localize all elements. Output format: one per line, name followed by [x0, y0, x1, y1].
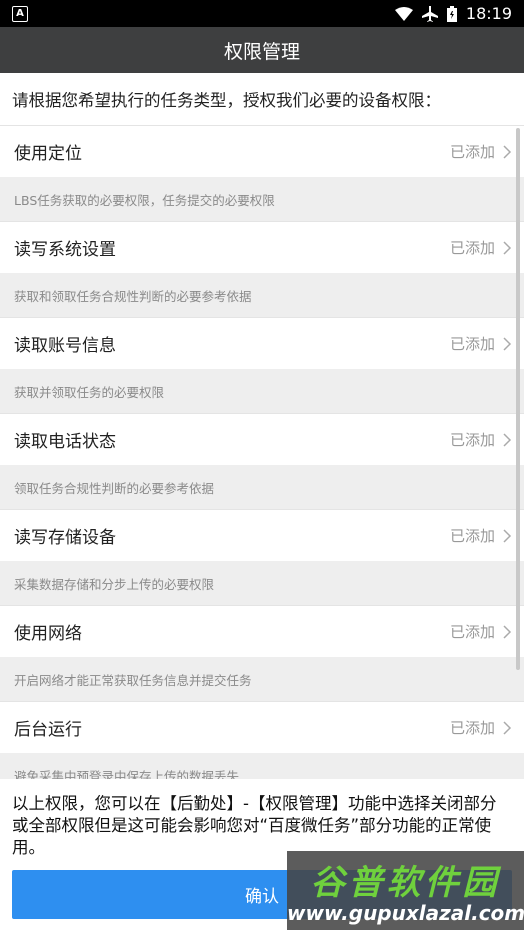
chevron-right-icon: [503, 720, 512, 735]
permission-row-account[interactable]: 读取账号信息 已添加: [0, 317, 524, 369]
permission-row-system-settings[interactable]: 读写系统设置 已添加: [0, 221, 524, 273]
chevron-right-icon: [503, 240, 512, 255]
page-title: 权限管理: [223, 40, 300, 63]
permission-row-network[interactable]: 使用网络 已添加: [0, 605, 524, 657]
permission-title: 后台运行: [14, 720, 82, 740]
permission-title: 使用网络: [14, 624, 82, 644]
app-bar: 权限管理: [0, 27, 524, 73]
permission-status: 已添加: [449, 719, 495, 737]
status-bar: A 18:19: [0, 0, 524, 27]
permission-title: 读写系统设置: [14, 240, 116, 260]
airplane-icon: [421, 5, 438, 22]
permission-desc: 避免采集中预登录中保存上传的数据丢失: [0, 753, 524, 779]
battery-icon: [446, 5, 457, 22]
chevron-right-icon: [503, 336, 512, 351]
intro-text: 请根据您希望执行的任务类型，授权我们必要的设备权限：: [0, 73, 524, 125]
permission-row-storage[interactable]: 读写存储设备 已添加: [0, 509, 524, 561]
wifi-icon: [394, 6, 413, 21]
permission-status: 已添加: [449, 143, 495, 161]
permission-row-phone-state[interactable]: 读取电话状态 已添加: [0, 413, 524, 465]
notification-a-icon: A: [12, 6, 28, 22]
chevron-right-icon: [503, 144, 512, 159]
permission-title: 读写存储设备: [14, 528, 116, 548]
permission-desc: 获取并领取任务的必要权限: [0, 369, 524, 413]
permission-status: 已添加: [449, 239, 495, 257]
permission-desc: 采集数据存储和分步上传的必要权限: [0, 561, 524, 605]
permission-row-location[interactable]: 使用定位 已添加: [0, 125, 524, 177]
permission-desc: 获取和领取任务合规性判断的必要参考依据: [0, 273, 524, 317]
chevron-right-icon: [503, 624, 512, 639]
permission-status: 已添加: [449, 335, 495, 353]
permission-desc: 开启网络才能正常获取任务信息并提交任务: [0, 657, 524, 701]
permission-desc: 领取任务合规性判断的必要参考依据: [0, 465, 524, 509]
permission-status: 已添加: [449, 431, 495, 449]
permission-title: 读取电话状态: [14, 432, 116, 452]
watermark-title: 谷普软件园: [310, 863, 501, 903]
permission-status: 已添加: [449, 623, 495, 641]
permission-status: 已添加: [449, 527, 495, 545]
watermark-url: www.gupuxlazal.com: [287, 901, 524, 925]
chevron-right-icon: [503, 432, 512, 447]
permission-list[interactable]: 使用定位 已添加 LBS任务获取的必要权限，任务提交的必要权限 读写系统设置 已…: [0, 125, 524, 779]
scrollbar[interactable]: [516, 128, 520, 670]
permission-row-background[interactable]: 后台运行 已添加: [0, 701, 524, 753]
permission-title: 使用定位: [14, 144, 82, 164]
permission-title: 读取账号信息: [14, 336, 116, 356]
permission-desc: LBS任务获取的必要权限，任务提交的必要权限: [0, 177, 524, 221]
status-time: 18:19: [465, 4, 512, 23]
watermark-logo: 谷普软件园 www.gupuxlazal.com: [287, 851, 524, 930]
chevron-right-icon: [503, 528, 512, 543]
